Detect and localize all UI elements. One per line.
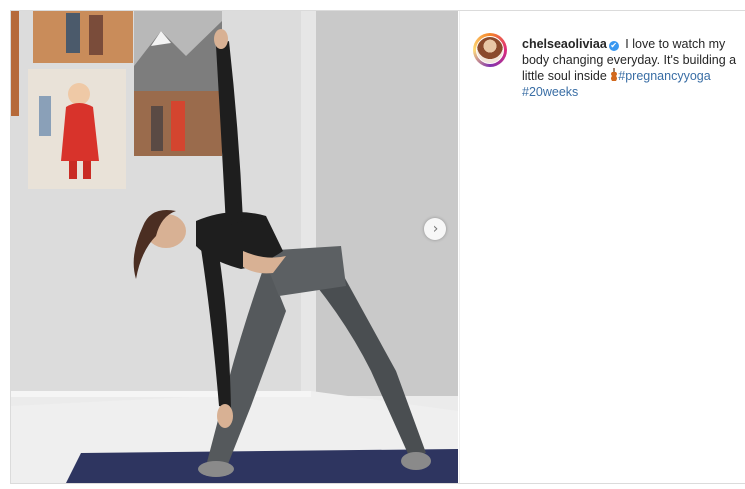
instagram-post: › chelseaoliviaa ✔ I love to watch my bod… xyxy=(10,10,745,484)
post-sidebar: chelseaoliviaa ✔ I love to watch my body … xyxy=(459,11,745,483)
post-caption: chelseaoliviaa ✔ I love to watch my body … xyxy=(522,36,745,100)
post-photo[interactable]: › xyxy=(11,11,458,483)
wall-frame-child xyxy=(28,69,126,189)
chevron-right-icon: › xyxy=(432,221,439,237)
username-link[interactable]: chelseaoliviaa xyxy=(522,37,607,51)
hashtag-pregnancyyoga[interactable]: #pregnancyyoga xyxy=(618,69,710,83)
verified-badge-icon: ✔ xyxy=(608,41,619,51)
hashtag-20weeks[interactable]: #20weeks xyxy=(522,85,578,99)
wall-frame-mountain xyxy=(134,11,222,156)
yoga-pose-photo xyxy=(11,11,458,483)
wall-frame-left xyxy=(11,11,19,116)
avatar-image xyxy=(476,36,504,64)
wall-frame-top xyxy=(33,11,133,63)
yoga-mat xyxy=(66,449,458,483)
next-image-button[interactable]: › xyxy=(424,218,446,240)
profile-avatar[interactable] xyxy=(473,33,507,67)
